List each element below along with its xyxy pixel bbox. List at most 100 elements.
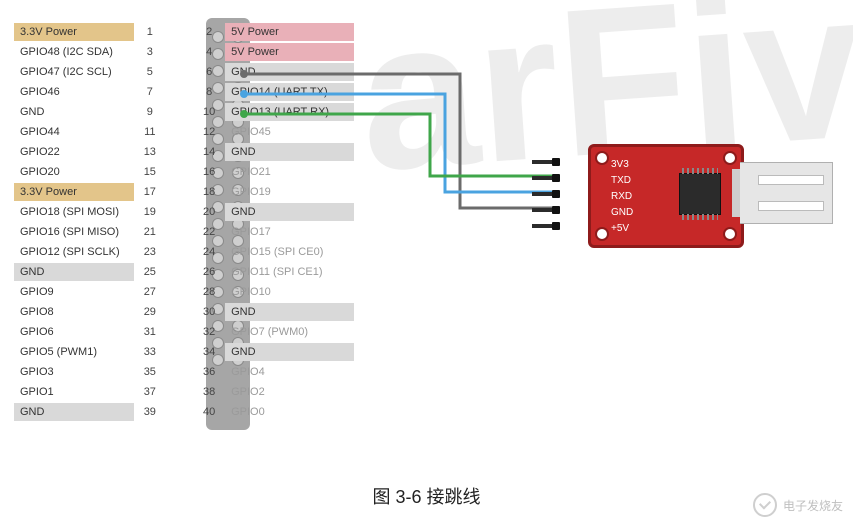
pin-label-right: GPIO10	[225, 283, 354, 301]
pin-row: GPIO63132GPIO7 (PWM0)	[14, 322, 354, 342]
pin-number-left: 5	[140, 66, 160, 78]
module-pin	[532, 202, 558, 218]
pin-label-left: GND	[14, 263, 134, 281]
pinout-diagram: arFiv 3.3V Power125V PowerGPIO48 (I2C SD…	[0, 0, 853, 525]
pin-number-right: 36	[199, 366, 219, 378]
pin-row: GPIO92728GPIO10	[14, 282, 354, 302]
pin-label-right: GPIO4	[225, 363, 354, 381]
pin-row: GPIO44 11 12 GPIO45	[14, 122, 354, 142]
pin-number-right: 26	[199, 266, 219, 278]
pin-number-right: 24	[199, 246, 219, 258]
usb-slot	[758, 201, 824, 211]
pin-label-right: GPIO15 (SPI CE0)	[225, 243, 354, 261]
pin-label-right: GPIO2	[225, 383, 354, 401]
module-pin	[532, 186, 558, 202]
module-pin-metal	[532, 160, 558, 164]
usb-slot	[758, 175, 824, 185]
pin-label-right: GPIO45	[225, 123, 354, 141]
pin-label-right: 5V Power	[225, 43, 354, 61]
mount-hole	[595, 151, 609, 165]
pin-row: GND3940GPIO0	[14, 402, 354, 422]
site-watermark: 电子发烧友	[753, 493, 843, 517]
uart-ic-chip	[679, 173, 721, 215]
pin-number-left: 9	[140, 106, 160, 118]
pin-label-left: GPIO12 (SPI SCLK)	[14, 243, 134, 261]
pin-number-right: 40	[199, 406, 219, 418]
pin-number-left: 17	[140, 186, 160, 198]
pin-number-left: 23	[140, 246, 160, 258]
pin-label-left: GPIO46	[14, 83, 134, 101]
pin-number-right: 12	[199, 126, 219, 138]
pin-label-right: GND	[225, 143, 354, 161]
pin-label-right: 5V Power	[225, 23, 354, 41]
pin-row: GPIO18 (SPI MOSI)1920GND	[14, 202, 354, 222]
mount-hole	[723, 227, 737, 241]
module-pin-label: GND	[611, 205, 633, 221]
module-pcb: 3V3TXDRXDGND+5V	[588, 144, 744, 248]
pin-row: GPIO16 (SPI MISO)2122GPIO17	[14, 222, 354, 242]
pin-number-right: 10	[199, 106, 219, 118]
pin-label-left: GPIO1	[14, 383, 134, 401]
pin-number-left: 25	[140, 266, 160, 278]
module-pin	[532, 154, 558, 170]
pin-label-right: GPIO0	[225, 403, 354, 421]
pin-label-right: GND	[225, 63, 354, 81]
pin-number-left: 33	[140, 346, 160, 358]
pin-number-right: 34	[199, 346, 219, 358]
pin-row: GPIO48 (I2C SDA)345V Power	[14, 42, 354, 62]
pin-row: GND 25 26 GPIO11 (SPI CE1)	[14, 262, 354, 282]
module-pin-metal	[532, 176, 558, 180]
pin-number-left: 7	[140, 86, 160, 98]
module-pin-label: 3V3	[611, 157, 633, 173]
pin-label-left: GPIO6	[14, 323, 134, 341]
pin-label-left: GND	[14, 103, 134, 121]
pin-label-left: 3.3V Power	[14, 183, 134, 201]
pin-label-left: GPIO44	[14, 123, 134, 141]
pin-number-left: 11	[140, 126, 160, 138]
pin-label-left: GPIO48 (I2C SDA)	[14, 43, 134, 61]
pin-number-left: 35	[140, 366, 160, 378]
pin-number-right: 30	[199, 306, 219, 318]
pin-number-right: 14	[199, 146, 219, 158]
pin-number-right: 20	[199, 206, 219, 218]
pin-number-right: 22	[199, 226, 219, 238]
module-pin	[532, 170, 558, 186]
pin-row: GPIO3 35 36 GPIO4	[14, 362, 354, 382]
module-pin-metal	[532, 192, 558, 196]
pin-number-left: 21	[140, 226, 160, 238]
pin-label-left: GND	[14, 403, 134, 421]
pin-label-left: GPIO8	[14, 303, 134, 321]
pin-number-left: 31	[140, 326, 160, 338]
pin-row: 3.3V Power1718GPIO19	[14, 182, 354, 202]
pin-label-right: GPIO19	[225, 183, 354, 201]
mount-hole	[595, 227, 609, 241]
pin-label-left: GPIO3	[14, 363, 134, 381]
site-watermark-icon	[753, 493, 777, 517]
module-pin-label: +5V	[611, 221, 633, 237]
pin-number-right: 38	[199, 386, 219, 398]
module-pin-metal	[532, 208, 558, 212]
pin-label-right: GPIO7 (PWM0)	[225, 323, 354, 341]
figure-caption: 图 3-6 接跳线	[0, 483, 853, 509]
module-pin-labels: 3V3TXDRXDGND+5V	[611, 157, 633, 237]
pin-number-right: 2	[199, 26, 219, 38]
pin-label-left: GPIO16 (SPI MISO)	[14, 223, 134, 241]
pin-number-left: 13	[140, 146, 160, 158]
pin-row: GND910GPIO13 (UART RX)	[14, 102, 354, 122]
pin-number-right: 4	[199, 46, 219, 58]
pin-number-left: 27	[140, 286, 160, 298]
module-pin-label: RXD	[611, 189, 633, 205]
pin-label-left: GPIO47 (I2C SCL)	[14, 63, 134, 81]
pin-label-right: GPIO21	[225, 163, 354, 181]
pin-row: GPIO12 (SPI SCLK) 23 24 GPIO15 (SPI CE0)	[14, 242, 354, 262]
pin-number-left: 1	[140, 26, 160, 38]
pin-row: GPIO5 (PWM1)3334GND	[14, 342, 354, 362]
module-pin-metal	[532, 224, 558, 228]
pin-label-right: GPIO11 (SPI CE1)	[225, 263, 354, 281]
pin-row: GPIO82930GND	[14, 302, 354, 322]
pin-row: GPIO201516GPIO21	[14, 162, 354, 182]
pin-label-left: GPIO18 (SPI MOSI)	[14, 203, 134, 221]
pin-label-left: GPIO5 (PWM1)	[14, 343, 134, 361]
site-watermark-text: 电子发烧友	[783, 497, 843, 514]
module-pin-label: TXD	[611, 173, 633, 189]
